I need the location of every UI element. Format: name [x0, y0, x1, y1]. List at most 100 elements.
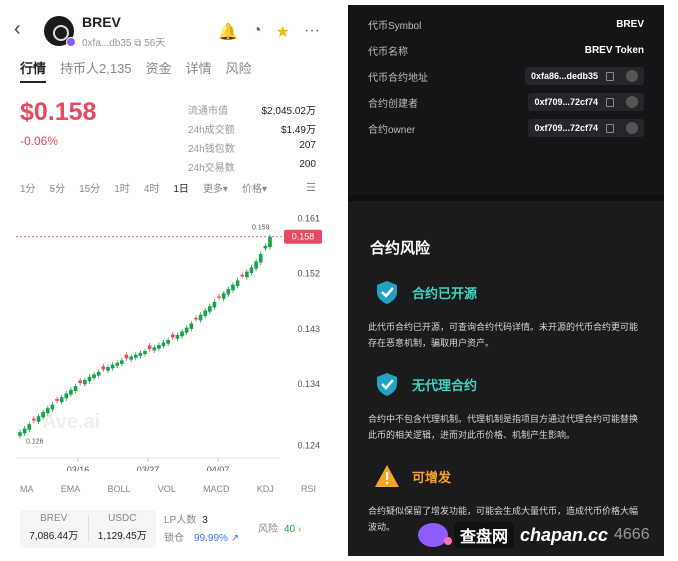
info-row: 合约owner 0xf709...72cf74: [368, 117, 644, 139]
candle-body: [133, 354, 138, 358]
star-icon[interactable]: ★: [276, 22, 290, 42]
warning-icon: [375, 465, 399, 487]
address-pill[interactable]: 0xf709...72cf74: [528, 93, 644, 111]
ind-macd[interactable]: MACD: [203, 484, 230, 494]
candle-body: [258, 253, 263, 263]
contract-risk-section: 合约风险 合约已开源 此代币合约已开源，可查询合约代码详情。未开源的代币合约更可…: [348, 201, 664, 556]
candle-body: [64, 393, 69, 399]
candle-body: [138, 352, 143, 356]
back-icon[interactable]: ‹: [14, 18, 21, 41]
address-pill[interactable]: 0xfa86...dedb35: [524, 67, 644, 85]
chevron-right-icon: ›: [297, 524, 302, 535]
tf-5m[interactable]: 5分: [50, 180, 66, 195]
tf-4h[interactable]: 4时: [144, 180, 160, 195]
candle-body: [73, 386, 78, 392]
explorer-icon: [626, 122, 638, 134]
pool-token: BREV 7,086.44万: [29, 513, 79, 542]
stat-row: 24h钱包数 207: [188, 140, 316, 155]
tab-risk[interactable]: 风险: [226, 58, 252, 83]
address-pill[interactable]: 0xf709...72cf74: [528, 119, 644, 137]
chart-settings-icon[interactable]: ☰: [306, 181, 316, 194]
x-tick-label: 04/07: [207, 465, 230, 471]
price-tag-label: 0.158: [292, 232, 315, 242]
risk-item-head: 合约已开源: [374, 279, 477, 305]
y-tick-label: 0.161: [297, 213, 320, 223]
liquidity-pool: BREV 7,086.44万 USDC 1,129.45万: [20, 510, 156, 548]
y-tick-label: 0.134: [297, 379, 320, 389]
pool-token: USDC 1,129.45万: [97, 513, 147, 542]
candle-body: [254, 261, 258, 269]
candle-body: [18, 432, 22, 436]
stat-row: 24h交易数 200: [188, 159, 316, 174]
tf-1h[interactable]: 1时: [114, 180, 130, 195]
token-address[interactable]: 0xfa...db35 ⧉ 56天: [82, 34, 165, 49]
candlestick-chart[interactable]: Ave.ai 0.161 0.152 0.143 0.134 0.124 0.158 0.15…: [12, 196, 326, 471]
candle-body: [152, 347, 157, 351]
more-icon[interactable]: ···: [304, 22, 320, 42]
watermark-number: 4666: [614, 526, 650, 543]
candle-body: [175, 335, 180, 339]
tf-more[interactable]: 更多▾: [203, 180, 228, 195]
lock-link[interactable]: 99.99% ↗: [194, 533, 239, 544]
info-row: 代币Symbol BREV: [368, 18, 644, 32]
ind-ema[interactable]: EMA: [61, 484, 81, 494]
candle-body: [45, 408, 50, 414]
watermark-logo-icon: [418, 523, 452, 547]
candle-body: [83, 379, 87, 385]
candle-body: [194, 317, 198, 320]
candle-body: [212, 301, 217, 308]
ind-rsi[interactable]: RSI: [301, 484, 316, 494]
ind-vol[interactable]: VOL: [158, 484, 176, 494]
candle-body: [50, 404, 55, 410]
tab-funds[interactable]: 资金: [146, 58, 172, 83]
candle-body: [32, 418, 36, 421]
ind-boll[interactable]: BOLL: [107, 484, 130, 494]
candle-body: [110, 364, 115, 369]
candle-body: [157, 344, 161, 349]
candle-body: [180, 331, 184, 337]
candle-body: [161, 342, 166, 347]
y-tick-label: 0.152: [297, 269, 320, 279]
gauge-icon[interactable]: ◔: [252, 22, 262, 42]
x-tick-label: 03/16: [67, 465, 90, 471]
explorer-icon: [626, 70, 638, 82]
tf-15m[interactable]: 15分: [79, 180, 100, 195]
candle-body: [115, 362, 120, 366]
candle-body: [263, 245, 268, 249]
low-label: 0.126: [26, 438, 44, 445]
candle-body: [27, 424, 32, 430]
risk-summary[interactable]: 风险 40 ›: [258, 520, 301, 535]
candle-body: [189, 323, 194, 329]
candle-body: [217, 296, 221, 298]
lp-info: LP人数 3 锁仓 99.99% ↗: [164, 515, 240, 544]
tf-1m[interactable]: 1分: [20, 180, 36, 195]
bell-icon[interactable]: 🔔: [218, 22, 238, 42]
candle-body: [166, 339, 170, 344]
shield-check-icon: [377, 281, 397, 304]
ind-kdj[interactable]: KDJ: [257, 484, 274, 494]
shield-check-icon: [377, 373, 397, 396]
price-change: -0.06%: [20, 134, 59, 148]
current-price: $0.158: [20, 98, 97, 126]
contract-panel: 代币Symbol BREV 代币名称 BREV Token 代币合约地址 0xfa8…: [348, 5, 664, 556]
candle-body: [36, 416, 41, 422]
y-tick-label: 0.124: [297, 441, 320, 451]
candle-body: [240, 274, 245, 277]
tf-1d[interactable]: 1日: [173, 180, 189, 195]
risk-item-head: 无代理合约: [374, 371, 477, 397]
ind-ma[interactable]: MA: [20, 484, 34, 494]
candle-body: [87, 376, 92, 382]
tab-details[interactable]: 详情: [186, 58, 212, 83]
info-row: 合约创建者 0xf709...72cf74: [368, 91, 644, 113]
tab-market[interactable]: 行情: [20, 58, 47, 83]
candle-body: [22, 428, 27, 434]
candle-body: [221, 293, 226, 299]
y-tick-label: 0.143: [297, 324, 320, 334]
copy-icon: [606, 97, 614, 107]
tf-price[interactable]: 价格▾: [242, 180, 267, 195]
candle-body: [92, 374, 96, 379]
tab-holders[interactable]: 持币人2,135: [60, 58, 132, 83]
token-market-screen: ‹ BREV 0xfa...db35 ⧉ 56天 🔔 ◔ ★ ··· 行情 持币…: [0, 0, 336, 561]
chain-badge-icon: [66, 37, 76, 47]
high-label: 0.159: [252, 225, 270, 232]
